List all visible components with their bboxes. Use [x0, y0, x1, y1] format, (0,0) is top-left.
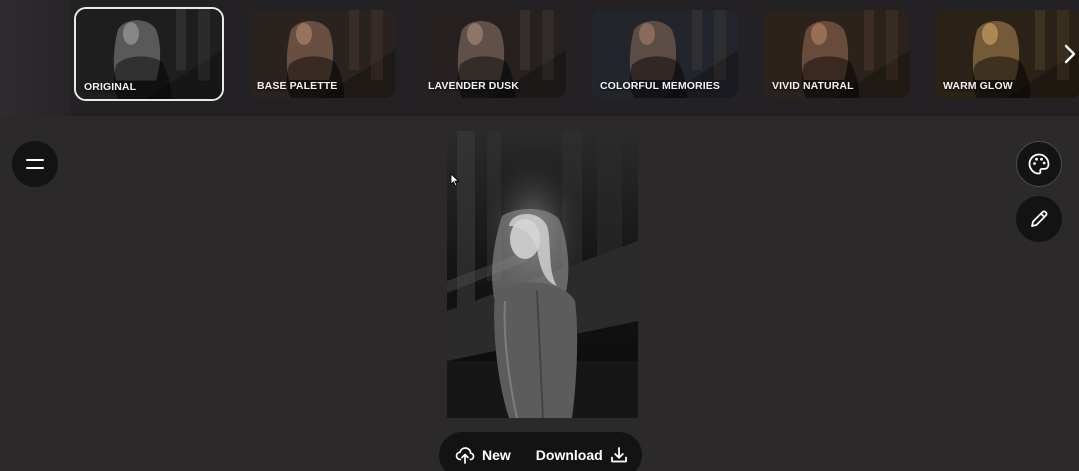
- pencil-icon: [1031, 210, 1048, 227]
- filter-label: LAVENDER DUSK: [428, 80, 519, 92]
- new-label: New: [482, 447, 511, 463]
- edit-button[interactable]: [1016, 196, 1062, 242]
- download-icon: [610, 447, 627, 463]
- mouse-cursor: [450, 173, 460, 187]
- action-bar: New Download: [439, 432, 642, 471]
- cloud-upload-icon: [455, 447, 475, 464]
- palette-button[interactable]: [1016, 141, 1062, 187]
- palette-icon: [1028, 153, 1050, 175]
- filter-thumb[interactable]: LAVENDER DUSK: [420, 10, 566, 98]
- filter-label: COLORFUL MEMORIES: [600, 80, 720, 92]
- filter-thumb[interactable]: COLORFUL MEMORIES: [592, 10, 738, 98]
- filter-thumb[interactable]: VIVID NATURAL: [764, 10, 910, 98]
- filter-label: VIVID NATURAL: [772, 80, 854, 92]
- new-button[interactable]: New: [455, 446, 511, 464]
- filter-label: BASE PALETTE: [257, 80, 338, 92]
- filter-thumb[interactable]: ORIGINAL: [74, 7, 224, 101]
- filter-strip: ORIGINAL BASE PALETTE LAVENDER DUSK COLORFU…: [0, 0, 1079, 116]
- filter-thumb[interactable]: WARM GLOW: [935, 10, 1079, 98]
- strip-fade: [0, 0, 70, 116]
- filter-label: WARM GLOW: [943, 80, 1013, 92]
- download-button[interactable]: Download: [536, 446, 628, 464]
- menu-icon: [26, 159, 44, 169]
- chevron-right-icon: [1064, 44, 1076, 64]
- filter-thumb[interactable]: BASE PALETTE: [249, 10, 395, 98]
- download-label: Download: [535, 447, 603, 463]
- filter-label: ORIGINAL: [84, 81, 137, 93]
- menu-button[interactable]: [12, 141, 58, 187]
- next-filters-button[interactable]: [1061, 36, 1079, 72]
- preview-image: [447, 131, 638, 418]
